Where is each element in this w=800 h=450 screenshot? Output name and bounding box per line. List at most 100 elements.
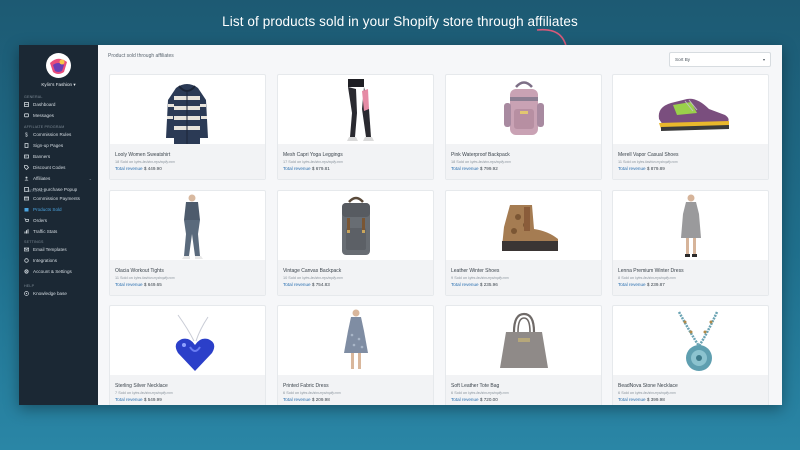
card-icon bbox=[23, 196, 30, 201]
sold-suffix: Sold on bbox=[286, 391, 300, 395]
product-card[interactable]: Vintage Canvas Backpack 10 Sold on kyles-… bbox=[277, 190, 434, 296]
product-name: Leather Winter Shoes bbox=[451, 268, 500, 274]
revenue-amount: $ 879.89 bbox=[646, 166, 665, 171]
sidebar-item-label: Knowledge base bbox=[33, 290, 67, 296]
sidebar-item-label: Sign-up Pages bbox=[33, 142, 64, 148]
sidebar-item-commission-payments[interactable]: Commission Payments bbox=[23, 194, 96, 202]
product-name: Sterling Silver Necklace bbox=[115, 383, 168, 389]
product-image bbox=[446, 306, 601, 375]
sidebar-item-commission-rules[interactable]: $ Commission Rules bbox=[24, 130, 96, 139]
sidebar-item-label: Messages bbox=[33, 112, 54, 118]
sold-suffix: Sold on bbox=[288, 160, 302, 164]
sidebar-item-account-settings[interactable]: Account & Settings bbox=[24, 267, 96, 275]
revenue-amount: $ 449.90 bbox=[143, 166, 162, 171]
product-card[interactable]: Merell Vapor Casual Shoes 11 Sold on kyle… bbox=[612, 74, 769, 180]
plug-icon bbox=[24, 257, 29, 263]
sold-count: 6 bbox=[618, 391, 621, 395]
sidebar-item-orders[interactable]: Orders bbox=[24, 216, 96, 224]
product-card[interactable]: Pink Waterproof Backpack 18 Sold on kyles… bbox=[445, 74, 602, 180]
sold-count: 6 bbox=[283, 391, 286, 395]
product-image bbox=[613, 306, 768, 375]
revenue-amount: $ 549.99 bbox=[143, 397, 162, 402]
box-icon bbox=[24, 207, 29, 212]
store-logo[interactable] bbox=[46, 53, 71, 78]
dollar-icon: $ bbox=[24, 132, 29, 138]
product-card[interactable]: Olacia Workout Tights 11 Sold on kyles-fa… bbox=[109, 190, 266, 296]
product-card[interactable]: Leather Winter Shoes 9 Sold on kyles-fash… bbox=[445, 190, 602, 296]
sidebar-item-sign-up-pages[interactable]: Sign-up Pages bbox=[24, 141, 96, 149]
sidebar-section-title: SETTINGS bbox=[24, 240, 44, 244]
revenue-label: Total revenue bbox=[451, 397, 479, 402]
sidebar-item-messages[interactable]: Messages bbox=[24, 111, 96, 119]
product-sold-count: 6 Sold on kyles-fashion.myshopify.com bbox=[618, 391, 763, 395]
sort-dropdown[interactable]: Sort By ▾ bbox=[669, 52, 771, 67]
revenue-label: Total revenue bbox=[115, 166, 143, 171]
sidebar-item-label: Commission Rules bbox=[33, 131, 72, 137]
product-image bbox=[613, 191, 768, 260]
product-image bbox=[110, 75, 265, 144]
product-revenue: Total revenue $ 649.65 bbox=[115, 282, 260, 287]
product-sold-count: 8 Sold on kyles-fashion.myshopify.com bbox=[618, 276, 763, 280]
revenue-label: Total revenue bbox=[618, 397, 646, 402]
revenue-label: Total revenue bbox=[451, 166, 479, 171]
product-info: Printed Fabric Dress 6 Sold on kyles-fash… bbox=[278, 375, 433, 405]
revenue-label: Total revenue bbox=[283, 166, 311, 171]
product-image bbox=[278, 306, 433, 375]
product-info: Pink Waterproof Backpack 18 Sold on kyles… bbox=[446, 144, 601, 179]
sold-count: 17 bbox=[283, 160, 288, 164]
product-info: Olacia Workout Tights 11 Sold on kyles-fa… bbox=[110, 260, 265, 295]
revenue-label: Total revenue bbox=[283, 397, 311, 402]
sidebar-item-traffic-stats[interactable]: Traffic Stats bbox=[24, 227, 96, 235]
sidebar-item-knowledge-base[interactable]: Knowledge base bbox=[24, 289, 96, 297]
product-name: BeadNova Stone Necklace bbox=[618, 383, 678, 389]
sidebar-item-dashboard[interactable]: Dashboard bbox=[24, 100, 96, 108]
store-domain: kyles-fashion.myshopify.com bbox=[636, 160, 678, 164]
sold-suffix: Sold on bbox=[288, 276, 302, 280]
headline: List of products sold in your Shopify st… bbox=[222, 14, 578, 29]
sidebar-item-products-sold[interactable]: Products Sold bbox=[24, 205, 96, 213]
store-domain: kyles-fashion.myshopify.com bbox=[468, 391, 509, 395]
sidebar-section-title: STATISTICS bbox=[24, 189, 47, 193]
product-name: Vintage Canvas Backpack bbox=[283, 268, 342, 274]
page-icon bbox=[24, 142, 29, 148]
sidebar-item-banners[interactable]: Banners bbox=[24, 152, 96, 160]
sold-count: 18 bbox=[115, 160, 120, 164]
product-card[interactable]: Looly Women Sweatshirt 18 Sold on kyles-f… bbox=[109, 74, 266, 180]
sidebar-item-discount-codes[interactable]: Discount Codes bbox=[24, 163, 96, 171]
product-info: Sterling Silver Necklace 7 Sold on kyles-… bbox=[110, 375, 265, 405]
product-name: Merell Vapor Casual Shoes bbox=[618, 152, 679, 158]
sidebar-item-email-templates[interactable]: Email Templates bbox=[23, 245, 96, 253]
sidebar-item-integrations[interactable]: Integrations bbox=[24, 256, 96, 264]
product-card[interactable]: Printed Fabric Dress 6 Sold on kyles-fash… bbox=[277, 305, 434, 405]
message-icon bbox=[24, 112, 29, 118]
revenue-label: Total revenue bbox=[451, 282, 479, 287]
product-name: Printed Fabric Dress bbox=[283, 383, 329, 389]
sold-suffix: Sold on bbox=[621, 391, 635, 395]
product-card[interactable]: Lenna Premium Winter Dress 8 Sold on kyle… bbox=[612, 190, 769, 296]
product-info: Leather Winter Shoes 9 Sold on kyles-fash… bbox=[446, 260, 601, 295]
product-card[interactable]: Soft Leather Tote Bag 6 Sold on kyles-fas… bbox=[445, 305, 602, 405]
product-revenue: Total revenue $ 449.90 bbox=[115, 166, 260, 171]
revenue-amount: $ 239.87 bbox=[646, 282, 665, 287]
product-card[interactable]: BeadNova Stone Necklace 6 Sold on kyles-f… bbox=[612, 305, 769, 405]
product-info: BeadNova Stone Necklace 6 Sold on kyles-f… bbox=[613, 375, 768, 405]
product-info: Soft Leather Tote Bag 6 Sold on kyles-fas… bbox=[446, 375, 601, 405]
sidebar-section-title: HELP bbox=[24, 284, 35, 288]
product-image bbox=[278, 75, 433, 144]
sidebar-item-label: Account & Settings bbox=[33, 268, 72, 274]
product-sold-count: 7 Sold on kyles-fashion.myshopify.com bbox=[115, 391, 260, 395]
revenue-label: Total revenue bbox=[283, 282, 311, 287]
sidebar-item-affiliates[interactable]: Affiliates ⌄ bbox=[24, 174, 96, 182]
sold-count: 11 bbox=[115, 276, 119, 280]
store-domain: kyles-fashion.myshopify.com bbox=[635, 276, 676, 280]
product-sold-count: 11 Sold on kyles-fashion.myshopify.com bbox=[618, 160, 763, 164]
product-name: Soft Leather Tote Bag bbox=[451, 383, 500, 389]
product-image bbox=[446, 191, 601, 260]
sold-suffix: Sold on bbox=[454, 391, 468, 395]
product-card[interactable]: Sterling Silver Necklace 7 Sold on kyles-… bbox=[109, 305, 266, 405]
chart-icon bbox=[24, 228, 29, 234]
product-info: Mesh Capri Yoga Leggings 17 Sold on kyles… bbox=[278, 144, 433, 179]
product-card[interactable]: Mesh Capri Yoga Leggings 17 Sold on kyles… bbox=[277, 74, 434, 180]
help-icon bbox=[24, 290, 29, 296]
store-name-dropdown[interactable]: Kylin's Fashion ▾ bbox=[19, 82, 98, 88]
